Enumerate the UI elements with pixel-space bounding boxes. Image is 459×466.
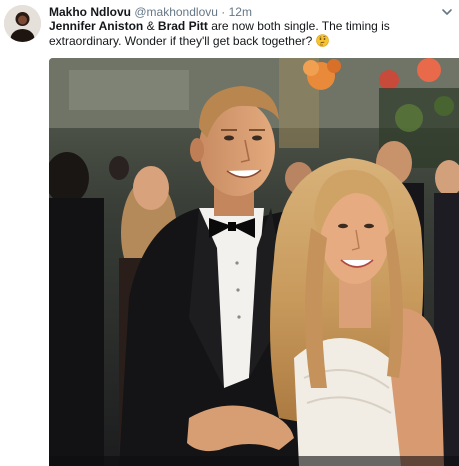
tweet-card[interactable]: Makho Ndlovu @makhondlovu · 12m Jennifer… xyxy=(0,0,459,466)
thinking-face-icon xyxy=(315,34,329,47)
user-handle[interactable]: @makhondlovu xyxy=(134,5,218,19)
tweet-header: Makho Ndlovu @makhondlovu · 12m xyxy=(49,5,252,19)
tweet-photo[interactable] xyxy=(49,58,459,466)
separator-dot: · xyxy=(221,5,226,19)
display-name[interactable]: Makho Ndlovu xyxy=(49,5,131,19)
tweet-text-and: & xyxy=(143,19,158,33)
chevron-down-icon[interactable] xyxy=(441,5,453,17)
mention-jennifer-aniston: Jennifer Aniston xyxy=(49,19,144,33)
tweet-text: Jennifer Aniston & Brad Pitt are now bot… xyxy=(49,19,451,49)
mention-brad-pitt: Brad Pitt xyxy=(157,19,208,33)
avatar[interactable] xyxy=(4,5,41,42)
timestamp[interactable]: 12m xyxy=(229,5,252,19)
